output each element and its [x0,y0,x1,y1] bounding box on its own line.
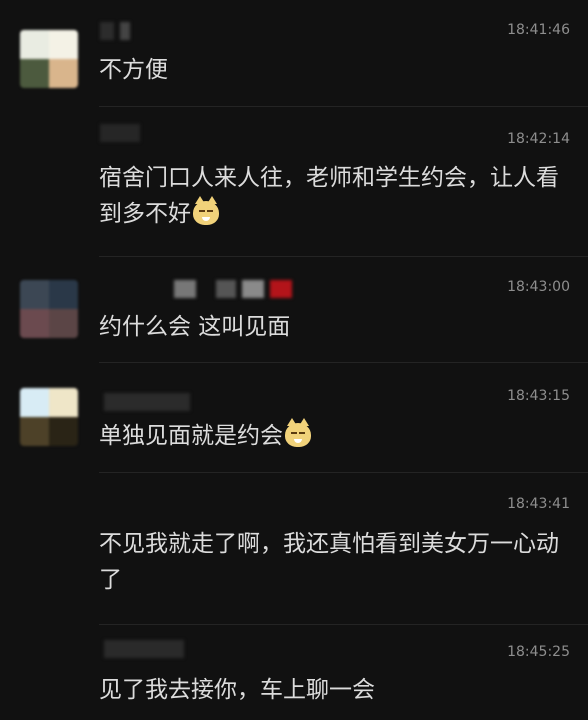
message-text[interactable]: 单独见面就是约会 [99,418,572,454]
message-timestamp: 18:43:15 [507,388,570,404]
message-timestamp: 18:45:25 [507,644,570,660]
avatar[interactable] [20,30,78,88]
avatar[interactable] [20,280,78,338]
sender-name-blurred [100,124,140,142]
message-text[interactable]: 约什么会 这叫见面 [99,309,572,345]
message-timestamp: 18:43:41 [507,496,570,512]
smirking-cat-emoji-icon [285,418,311,447]
message-text[interactable]: 不方便 [99,52,572,88]
message-timestamp: 18:41:46 [507,22,570,38]
sender-name-blurred [174,280,292,298]
avatar[interactable] [20,388,78,446]
sender-name-blurred [104,393,190,411]
message-text-content: 宿舍门口人来人往，老师和学生约会，让人看到多不好 [99,165,559,227]
message-timestamp: 18:43:00 [507,279,570,295]
message-text-content: 单独见面就是约会 [99,423,283,449]
smirking-cat-emoji-icon [193,196,219,225]
divider [99,624,588,625]
divider [99,106,588,107]
chat-history: 18:41:46 不方便 18:42:14 宿舍门口人来人往，老师和学生约会，让… [0,0,588,720]
message-timestamp: 18:42:14 [507,131,570,147]
divider [99,472,588,473]
message-text[interactable]: 宿舍门口人来人往，老师和学生约会，让人看到多不好 [99,160,572,232]
message-text[interactable]: 见了我去接你，车上聊一会 [99,672,572,708]
sender-name-blurred [100,22,130,40]
message-text[interactable]: 不见我就走了啊，我还真怕看到美女万一心动了 [99,526,572,598]
sender-name-blurred [104,640,184,658]
divider [99,362,588,363]
divider [99,256,588,257]
